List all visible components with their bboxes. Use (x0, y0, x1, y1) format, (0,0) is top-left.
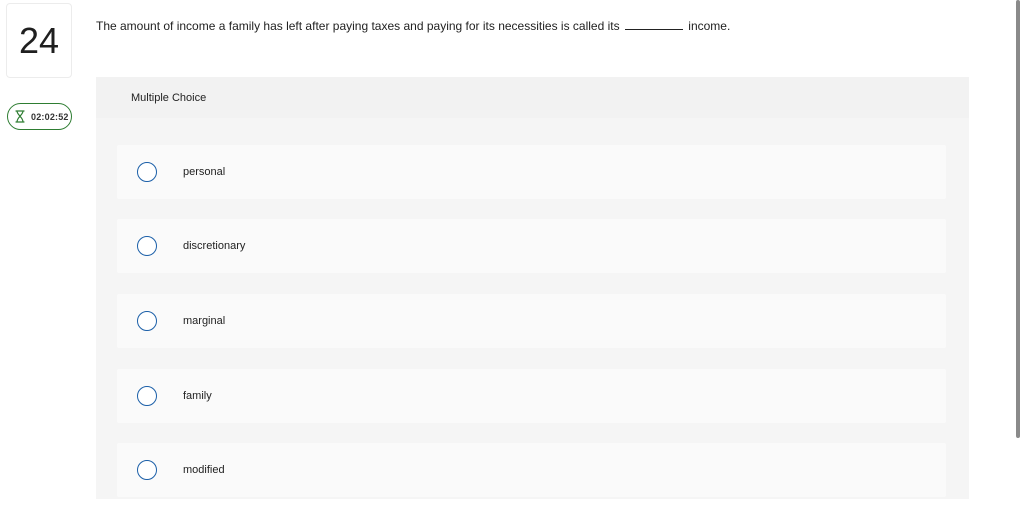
choice-option-5[interactable]: modified (117, 443, 946, 497)
timer-value: 02:02:52 (31, 111, 69, 122)
hourglass-icon (14, 110, 26, 124)
radio-button[interactable] (137, 236, 157, 256)
question-text-before: The amount of income a family has left a… (96, 19, 620, 33)
choice-label: marginal (183, 315, 226, 327)
timer-badge[interactable]: 02:02:52 (7, 103, 72, 130)
quiz-page: 24 02:02:52 The amount of income a famil… (0, 0, 1024, 515)
question-type-label: Multiple Choice (131, 91, 207, 104)
choice-label: family (183, 390, 212, 402)
page-scrollbar[interactable] (1016, 0, 1020, 438)
choice-option-3[interactable]: marginal (117, 294, 946, 348)
choices-list: personal discretionary marginal family m… (96, 118, 969, 499)
choice-option-2[interactable]: discretionary (117, 219, 946, 273)
question-number-box: 24 (6, 3, 72, 78)
radio-button[interactable] (137, 162, 157, 182)
radio-button[interactable] (137, 460, 157, 480)
question-number: 24 (18, 19, 60, 61)
answer-panel: Multiple Choice personal discretionary m… (96, 77, 969, 499)
question-text: The amount of income a family has left a… (96, 19, 730, 33)
panel-header: Multiple Choice (96, 77, 969, 118)
choice-label: discretionary (183, 240, 246, 252)
choice-label: personal (183, 166, 226, 178)
choice-option-1[interactable]: personal (117, 145, 946, 199)
question-text-after: income. (688, 19, 731, 33)
radio-button[interactable] (137, 311, 157, 331)
choice-option-4[interactable]: family (117, 369, 946, 423)
radio-button[interactable] (137, 386, 157, 406)
fill-in-blank (624, 28, 683, 30)
choice-label: modified (183, 464, 225, 476)
